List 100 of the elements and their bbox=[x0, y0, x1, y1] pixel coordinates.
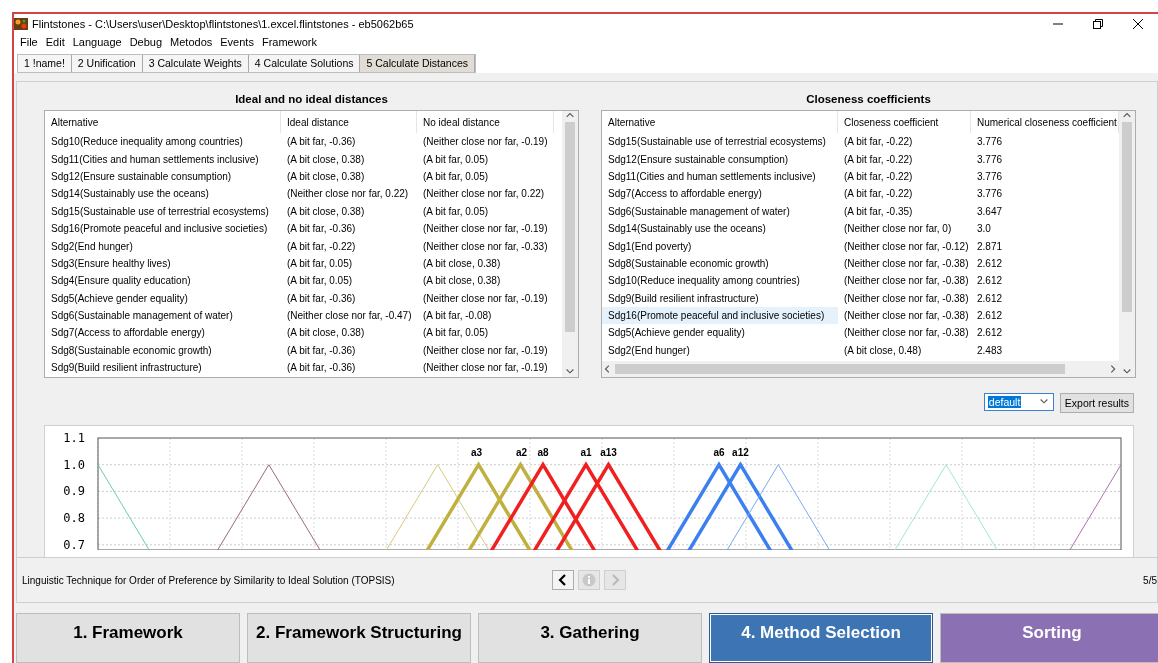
restore-icon bbox=[1093, 19, 1103, 29]
table-cell-text: (A bit far, -0.22) bbox=[843, 135, 914, 150]
table-cell-text: (A bit far, 0.05) bbox=[422, 152, 490, 167]
column-header[interactable]: Alternative bbox=[602, 111, 838, 133]
vertical-scrollbar[interactable] bbox=[1119, 111, 1135, 377]
table-cell-text: Sdg15(Sustainable use of terrestrial ecosystems) bbox=[607, 135, 827, 150]
table-cell-text: 3.0 bbox=[976, 222, 992, 237]
table-cell-text: (Neither close nor far, 0.22) bbox=[422, 187, 546, 202]
table-cell-text: (A bit far, -0.36) bbox=[286, 135, 357, 150]
horizontal-scrollbar[interactable] bbox=[602, 361, 1119, 377]
column-header[interactable]: Closeness coefficient bbox=[838, 111, 971, 133]
table-cell-text: 2.612 bbox=[976, 256, 1004, 271]
table-cell-text: (A bit close, 0.38) bbox=[422, 274, 502, 289]
stage-tab[interactable]: 2. Framework Structuring bbox=[247, 613, 471, 663]
peak-label: a12 bbox=[732, 446, 749, 458]
table-cell-text: 2.612 bbox=[976, 274, 1004, 289]
table-title: Ideal and no ideal distances bbox=[234, 92, 389, 107]
window-title: Flintstones - C:\Users\user\Desktop\flintstones\1.excel.flintstones - eb5062b65 bbox=[32, 18, 414, 30]
menu-item[interactable]: Metodos bbox=[166, 36, 217, 49]
page-counter: 5/5 bbox=[1143, 574, 1157, 586]
menu-item[interactable]: Framework bbox=[257, 36, 321, 49]
table-cell-text: (A bit close, 0.38) bbox=[286, 152, 366, 167]
table-cell-text: (Neither close nor far, 0) bbox=[843, 222, 953, 237]
table-cell-text: Sdg5(Achieve gender equality) bbox=[607, 326, 746, 341]
menu-item[interactable]: Language bbox=[68, 36, 126, 49]
stage-tab[interactable]: 4. Method Selection bbox=[709, 613, 933, 663]
table-cell-text: (A bit far, -0.36) bbox=[286, 222, 357, 237]
table-cell-text: (Neither close nor far, -0.38) bbox=[843, 309, 970, 324]
table-cell-text: Sdg15(Sustainable use of terrestrial ecosystems) bbox=[50, 204, 270, 219]
table-cell-text: (A bit close, 0.38) bbox=[422, 256, 502, 271]
table-cell-text: Sdg14(Sustainably use the oceans) bbox=[50, 187, 210, 202]
axis-tick-label: 0.7 bbox=[63, 537, 85, 550]
table-cell-text: (Neither close nor far, -0.47) bbox=[286, 309, 413, 324]
menu-item[interactable]: File bbox=[16, 36, 42, 49]
table-cell-text: 2.483 bbox=[976, 343, 1004, 358]
peak-label: a6 bbox=[713, 446, 725, 458]
nav-button[interactable] bbox=[552, 570, 574, 590]
info-icon bbox=[582, 573, 596, 587]
table-cell-text: Sdg4(Ensure quality education) bbox=[50, 274, 192, 289]
table-cell-text: (Neither close nor far, -0.19) bbox=[422, 361, 549, 376]
table-cell-text: Sdg9(Build resilient infrastructure) bbox=[607, 291, 760, 306]
peak-label: a13 bbox=[600, 446, 617, 458]
export-button[interactable]: Export results bbox=[1059, 393, 1134, 413]
table-cell-text: 3.776 bbox=[976, 169, 1004, 184]
table-cell-text: 3.776 bbox=[976, 187, 1004, 202]
table-cell-text: (Neither close nor far, -0.19) bbox=[422, 135, 549, 150]
table-cell-text: Sdg12(Ensure sustainable consumption) bbox=[50, 169, 233, 184]
table-cell-text: Sdg8(Sustainable economic growth) bbox=[607, 256, 770, 271]
table-cell-text: (Neither close nor far, -0.19) bbox=[422, 343, 549, 358]
table-cell-text: 2.871 bbox=[976, 239, 1004, 254]
table-cell-text: (Neither close nor far, -0.38) bbox=[843, 291, 970, 306]
table-cell-text: (Neither close nor far, -0.12) bbox=[843, 239, 970, 254]
step-tab[interactable]: 3 Calculate Weights bbox=[142, 54, 249, 72]
table-cell-text: Sdg14(Sustainably use the oceans) bbox=[607, 222, 767, 237]
stage-tab[interactable]: Sorting bbox=[940, 613, 1158, 663]
table-cell-text: Sdg10(Reduce inequality among countries) bbox=[607, 274, 801, 289]
table-cell-text: (A bit close, 0.48) bbox=[843, 343, 923, 358]
table-cell-text: 2.612 bbox=[976, 291, 1004, 306]
peak-label: a1 bbox=[580, 446, 592, 458]
axis-tick-label: 1.0 bbox=[63, 457, 85, 472]
table-cell: Sdg16(Promote peaceful and inclusive societies) bbox=[602, 306, 838, 325]
table-cell-text: (Neither close nor far, 0.22) bbox=[286, 187, 410, 202]
stage-tab[interactable]: 1. Framework bbox=[16, 613, 240, 663]
vertical-scrollbar[interactable] bbox=[562, 111, 578, 377]
table-cell-text: (A bit far, 0.05) bbox=[422, 204, 490, 219]
method-description: Linguistic Technique for Order of Preference by Similarity to Ideal Solution (TOPSIS) bbox=[22, 574, 396, 586]
table-cell-text: (A bit far, -0.35) bbox=[843, 204, 914, 219]
table-cell-text: (A bit close, 0.38) bbox=[286, 326, 366, 341]
menu-item[interactable]: Events bbox=[216, 36, 258, 49]
stage-tab[interactable]: 3. Gathering bbox=[478, 613, 702, 663]
table-cell-text: (Neither close nor far, -0.33) bbox=[422, 239, 549, 254]
table-cell-text: Sdg7(Access to affordable energy) bbox=[50, 326, 206, 341]
table-cell-text: (A bit far, -0.22) bbox=[843, 187, 914, 202]
step-tab[interactable]: 4 Calculate Solutions bbox=[248, 54, 361, 72]
menu-item[interactable]: Debug bbox=[125, 36, 167, 49]
app-logo-icon bbox=[14, 18, 28, 30]
preset-dropdown[interactable]: default bbox=[983, 393, 1054, 411]
table-cell-text: 2.612 bbox=[976, 309, 1004, 324]
column-header[interactable]: No ideal distance bbox=[417, 111, 554, 133]
table-cell-text: (A bit far, -0.36) bbox=[286, 291, 357, 306]
table-cell-text: Sdg5(Achieve gender equality) bbox=[50, 291, 189, 306]
table-cell-text: (A bit close, 0.38) bbox=[286, 169, 366, 184]
step-tab[interactable]: 1 !name! bbox=[18, 54, 72, 72]
peak-label: a8 bbox=[537, 446, 549, 458]
menu-item[interactable]: Edit bbox=[41, 36, 69, 49]
step-tab[interactable]: 2 Unification bbox=[71, 54, 143, 72]
table-cell-text: (A bit far, -0.36) bbox=[286, 343, 357, 358]
table-cell-text: (A bit far, 0.05) bbox=[286, 256, 354, 271]
peak-label: a3 bbox=[470, 446, 483, 458]
table-cell-text: (A bit far, 0.05) bbox=[422, 326, 490, 341]
table-cell-text: 3.776 bbox=[976, 135, 1004, 150]
column-header[interactable]: Ideal distance bbox=[281, 111, 417, 133]
table-cell-text: Sdg11(Cities and human settlements inclusive) bbox=[607, 169, 817, 184]
table-cell-text: (Neither close nor far, -0.19) bbox=[422, 222, 549, 237]
step-tab[interactable]: 5 Calculate Distances bbox=[360, 54, 476, 72]
table-cell-text: Sdg9(Build resilient infrastructure) bbox=[50, 361, 203, 376]
table-cell-text: Sdg8(Sustainable economic growth) bbox=[50, 343, 213, 358]
column-header[interactable]: Alternative bbox=[45, 111, 281, 133]
table-cell-text: Sdg2(End hunger) bbox=[607, 343, 691, 358]
table-cell-text: (A bit far, -0.08) bbox=[422, 309, 493, 324]
